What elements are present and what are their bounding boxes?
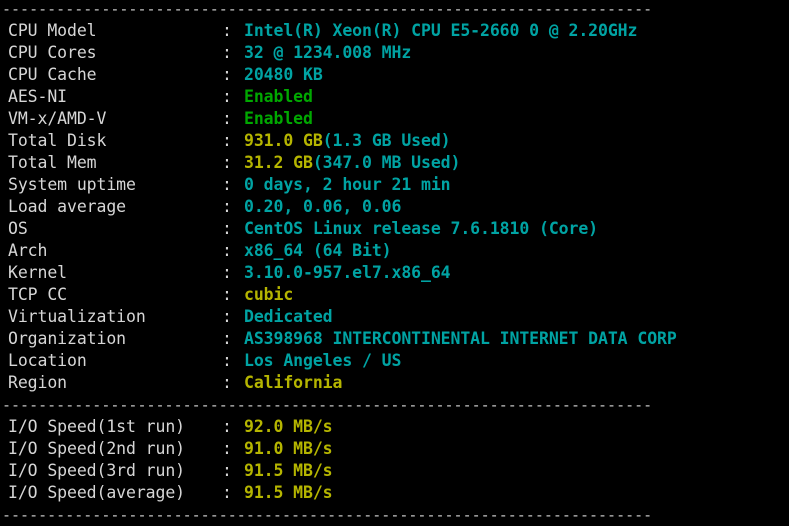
system-info-colon: : [222, 174, 244, 196]
system-info-row: Total Mem:31.2 GB (347.0 MB Used) [8, 152, 789, 174]
io-speed-row: I/O Speed(2nd run):91.0 MB/s [8, 438, 789, 460]
system-info-row: TCP CC:cubic [8, 284, 789, 306]
system-info-value: cubic [244, 284, 293, 306]
system-info-row: VM-x/AMD-V:Enabled [8, 108, 789, 130]
system-info-row: Organization:AS398968 INTERCONTINENTAL I… [8, 328, 789, 350]
system-info-colon: : [222, 42, 244, 64]
separator-middle: ----------------------------------------… [0, 394, 789, 416]
separator-top: ----------------------------------------… [0, 0, 789, 20]
system-info-value: AS398968 INTERCONTINENTAL INTERNET DATA … [244, 328, 677, 350]
system-info-row: OS:CentOS Linux release 7.6.1810 (Core) [8, 218, 789, 240]
io-speed-colon: : [222, 482, 244, 504]
system-info-label: CPU Cores [8, 42, 222, 64]
system-info-row: CPU Cache:20480 KB [8, 64, 789, 86]
system-info-colon: : [222, 372, 244, 394]
system-info-colon: : [222, 328, 244, 350]
system-info-label: AES-NI [8, 86, 222, 108]
system-info-value: 3.10.0-957.el7.x86_64 [244, 262, 451, 284]
system-info-row: Kernel:3.10.0-957.el7.x86_64 [8, 262, 789, 284]
system-info-colon: : [222, 306, 244, 328]
system-info-value-suffix: (1.3 GB Used) [323, 130, 451, 152]
system-info-row: Virtualization:Dedicated [8, 306, 789, 328]
system-info-label: Region [8, 372, 222, 394]
io-speed-colon: : [222, 460, 244, 482]
system-info-value: 20480 KB [244, 64, 323, 86]
system-info-colon: : [222, 130, 244, 152]
system-info-value: California [244, 372, 342, 394]
system-info-label: Total Mem [8, 152, 222, 174]
system-info-row: AES-NI:Enabled [8, 86, 789, 108]
system-info-label: Location [8, 350, 222, 372]
system-info-row: Region:California [8, 372, 789, 394]
io-speed-label: I/O Speed(3rd run) [8, 460, 222, 482]
terminal-window: ----------------------------------------… [0, 0, 789, 513]
system-info-value-suffix: (347.0 MB Used) [313, 152, 461, 174]
system-info-row: Load average:0.20, 0.06, 0.06 [8, 196, 789, 218]
system-info-value: 32 @ 1234.008 MHz [244, 42, 411, 64]
system-info-label: Kernel [8, 262, 222, 284]
system-info-value: 931.0 GB [244, 130, 323, 152]
system-info-row: System uptime:0 days, 2 hour 21 min [8, 174, 789, 196]
system-info-row: Total Disk:931.0 GB (1.3 GB Used) [8, 130, 789, 152]
system-info-label: Organization [8, 328, 222, 350]
system-info-colon: : [222, 350, 244, 372]
system-info-colon: : [222, 152, 244, 174]
io-speed-label: I/O Speed(average) [8, 482, 222, 504]
system-info-value: x86_64 (64 Bit) [244, 240, 392, 262]
system-info-value: Enabled [244, 108, 313, 130]
system-info-value: Los Angeles / US [244, 350, 401, 372]
system-info-row: CPU Model:Intel(R) Xeon(R) CPU E5-2660 0… [8, 20, 789, 42]
io-speed-row: I/O Speed(1st run):92.0 MB/s [8, 416, 789, 438]
system-info-label: Virtualization [8, 306, 222, 328]
io-speed-row: I/O Speed(average):91.5 MB/s [8, 482, 789, 504]
io-speed-value: 92.0 MB/s [244, 416, 333, 438]
system-info-value: 0 days, 2 hour 21 min [244, 174, 451, 196]
io-speed-section: I/O Speed(1st run):92.0 MB/sI/O Speed(2n… [0, 416, 789, 504]
io-speed-colon: : [222, 438, 244, 460]
system-info-label: CPU Model [8, 20, 222, 42]
system-info-colon: : [222, 20, 244, 42]
system-info-row: Location:Los Angeles / US [8, 350, 789, 372]
system-info-colon: : [222, 240, 244, 262]
separator-bottom: ----------------------------------------… [0, 504, 789, 526]
system-info-label: Total Disk [8, 130, 222, 152]
system-info-colon: : [222, 284, 244, 306]
system-info-value: Intel(R) Xeon(R) CPU E5-2660 0 @ 2.20GHz [244, 20, 637, 42]
io-speed-label: I/O Speed(2nd run) [8, 438, 222, 460]
system-info-colon: : [222, 262, 244, 284]
system-info-label: CPU Cache [8, 64, 222, 86]
system-info-colon: : [222, 64, 244, 86]
system-info-value: Dedicated [244, 306, 333, 328]
io-speed-value: 91.5 MB/s [244, 460, 333, 482]
system-info-row: Arch:x86_64 (64 Bit) [8, 240, 789, 262]
io-speed-value: 91.5 MB/s [244, 482, 333, 504]
system-info-value: 31.2 GB [244, 152, 313, 174]
io-speed-row: I/O Speed(3rd run):91.5 MB/s [8, 460, 789, 482]
system-info-colon: : [222, 108, 244, 130]
io-speed-colon: : [222, 416, 244, 438]
system-info-value: CentOS Linux release 7.6.1810 (Core) [244, 218, 598, 240]
system-info-row: CPU Cores:32 @ 1234.008 MHz [8, 42, 789, 64]
system-info-label: Load average [8, 196, 222, 218]
system-info-colon: : [222, 196, 244, 218]
system-info-label: System uptime [8, 174, 222, 196]
system-info-label: OS [8, 218, 222, 240]
system-info-colon: : [222, 218, 244, 240]
system-info-colon: : [222, 86, 244, 108]
system-info-label: TCP CC [8, 284, 222, 306]
system-info-section: CPU Model:Intel(R) Xeon(R) CPU E5-2660 0… [0, 20, 789, 394]
system-info-label: Arch [8, 240, 222, 262]
system-info-value: 0.20, 0.06, 0.06 [244, 196, 401, 218]
system-info-value: Enabled [244, 86, 313, 108]
system-info-label: VM-x/AMD-V [8, 108, 222, 130]
io-speed-label: I/O Speed(1st run) [8, 416, 222, 438]
io-speed-value: 91.0 MB/s [244, 438, 333, 460]
